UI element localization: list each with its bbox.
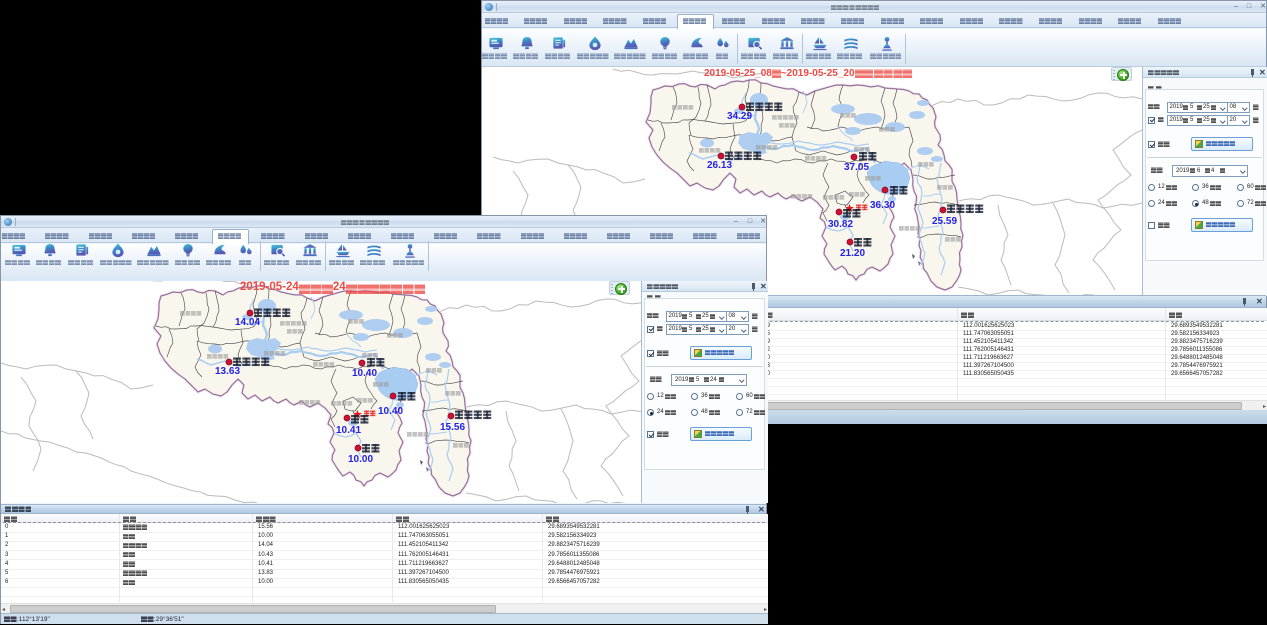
svg-text:10.40: 10.40 [352,368,377,379]
svg-text:34.29: 34.29 [727,111,752,122]
svg-text:25.59: 25.59 [932,216,957,227]
svg-text:30.82: 30.82 [828,219,853,230]
svg-text:10.00: 10.00 [348,454,373,465]
svg-text:13.63: 13.63 [215,366,240,377]
svg-text:36.30: 36.30 [870,200,895,211]
svg-text:37.05: 37.05 [844,162,869,173]
svg-text:15.56: 15.56 [440,422,465,433]
svg-text:10.40: 10.40 [378,406,403,417]
svg-text:10.41: 10.41 [336,425,361,436]
svg-text:21.20: 21.20 [840,248,865,259]
svg-text:14.04: 14.04 [235,317,260,328]
svg-text:26.13: 26.13 [707,160,732,171]
